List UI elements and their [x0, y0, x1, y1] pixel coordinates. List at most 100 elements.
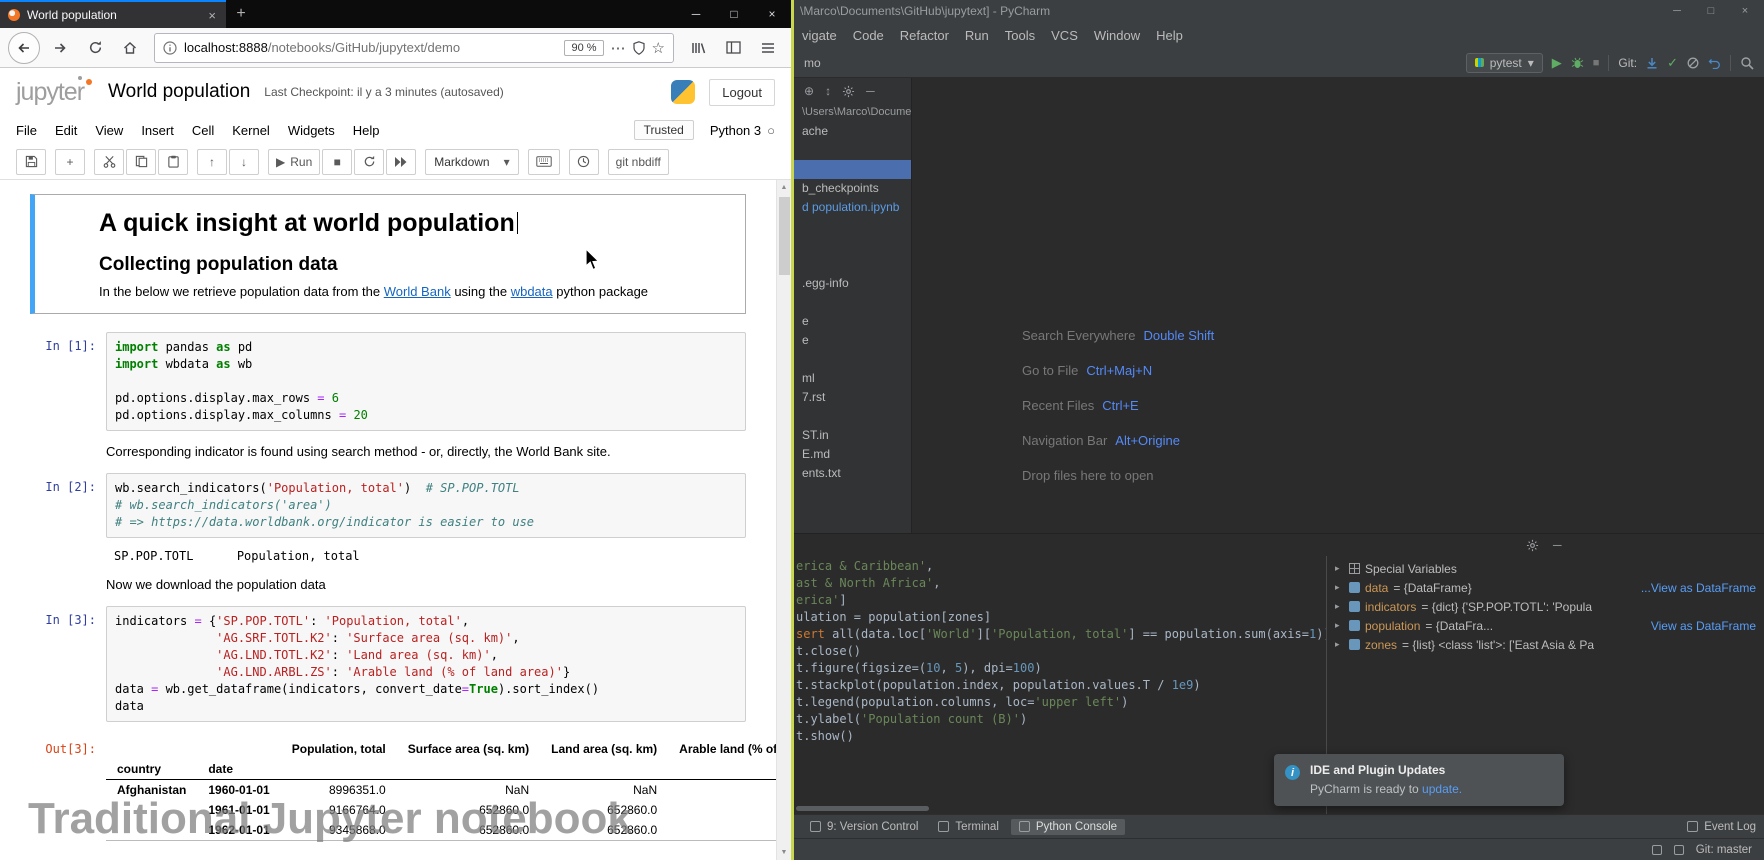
toolwindow-python-console[interactable]: Python Console [1011, 819, 1125, 835]
gear-icon[interactable] [1526, 539, 1539, 552]
project-item[interactable] [794, 255, 911, 274]
menu-item-widgets[interactable]: Widgets [288, 123, 335, 138]
jupyter-logo[interactable]: jupyter [16, 78, 94, 107]
update-project-button[interactable] [1646, 57, 1658, 69]
menu-item-vigate[interactable]: vigate [802, 28, 837, 43]
back-button[interactable] [8, 32, 40, 64]
commit-button[interactable]: ✓ [1667, 55, 1678, 71]
chevron-right-icon[interactable]: ▸ [1335, 601, 1344, 612]
project-item-ache[interactable]: ache [794, 122, 911, 141]
toolwindow-9-version-control[interactable]: 9: Version Control [802, 819, 926, 835]
scrollbar-thumb[interactable] [779, 197, 790, 275]
pycharm-close-button[interactable]: × [1728, 5, 1762, 17]
logout-button[interactable]: Logout [709, 79, 775, 106]
editor-area[interactable]: Search EverywhereDouble ShiftGo to FileC… [912, 78, 1764, 533]
cut-cell-button[interactable] [94, 149, 124, 175]
menu-item-view[interactable]: View [95, 123, 123, 138]
project-item[interactable] [794, 160, 911, 179]
special-variables-row[interactable]: ▸Special Variables [1327, 559, 1764, 578]
browser-tab[interactable]: World population × [0, 0, 226, 28]
project-item[interactable] [794, 141, 911, 160]
project-item-7-rst[interactable]: 7.rst [794, 388, 911, 407]
gear-icon[interactable] [842, 85, 855, 98]
zoom-indicator[interactable]: 90 % [564, 40, 603, 56]
code-editor[interactable]: wb.search_indicators('Population, total'… [106, 473, 746, 538]
interrupt-kernel-button[interactable]: ■ [322, 149, 352, 175]
variable-row-population[interactable]: ▸population = {DataFra...View as DataFra… [1327, 616, 1764, 635]
project-item-e-md[interactable]: E.md [794, 445, 911, 464]
restart-run-all-button[interactable] [386, 149, 416, 175]
menu-item-tools[interactable]: Tools [1005, 28, 1035, 43]
variable-row-indicators[interactable]: ▸indicators = {dict} {'SP.POP.TOTL': 'Po… [1327, 597, 1764, 616]
stop-button[interactable]: ■ [1593, 57, 1600, 69]
close-button[interactable]: × [753, 0, 791, 28]
maximize-button[interactable]: □ [715, 0, 753, 28]
view-as-dataframe-link[interactable]: ...View as DataFrame [1641, 581, 1756, 595]
project-item-ents-txt[interactable]: ents.txt [794, 464, 911, 483]
sidebar-toggle-button[interactable] [718, 34, 748, 62]
move-cell-down-button[interactable]: ↓ [229, 149, 259, 175]
url-bar[interactable]: localhost:8888/notebooks/GitHub/jupytext… [154, 33, 674, 63]
menu-item-insert[interactable]: Insert [141, 123, 174, 138]
scroll-up-icon[interactable]: ▲ [781, 184, 788, 191]
menu-item-run[interactable]: Run [965, 28, 989, 43]
console-horizontal-scrollbar[interactable] [796, 806, 929, 811]
revert-button[interactable] [1687, 57, 1699, 69]
library-button[interactable] [683, 34, 713, 62]
markdown-cell[interactable]: Now we download the population data [106, 577, 746, 592]
event-log-button[interactable]: Event Log [1704, 821, 1756, 833]
variable-row-data[interactable]: ▸data = {DataFrame}...View as DataFrame [1327, 578, 1764, 597]
reload-button[interactable] [80, 34, 110, 62]
project-item[interactable] [794, 293, 911, 312]
new-tab-button[interactable]: + [226, 0, 256, 28]
notebook-title[interactable]: World population [108, 81, 250, 103]
status-icon[interactable] [1674, 845, 1684, 855]
restart-kernel-button[interactable] [354, 149, 384, 175]
menu-button[interactable] [753, 34, 783, 62]
debug-button[interactable] [1571, 57, 1584, 69]
run-button[interactable]: ▶ [1552, 55, 1562, 71]
notebook-scrollbar[interactable]: ▲ ▼ [776, 180, 791, 860]
toolwindow-terminal[interactable]: Terminal [930, 819, 1006, 835]
bookmark-star-icon[interactable]: ☆ [652, 39, 665, 57]
code-editor[interactable]: import pandas as pdimport wbdata as wb p… [106, 332, 746, 431]
menu-item-kernel[interactable]: Kernel [232, 123, 270, 138]
project-item[interactable] [794, 350, 911, 369]
update-link[interactable]: update. [1422, 782, 1462, 796]
menu-item-code[interactable]: Code [853, 28, 884, 43]
rollback-button[interactable] [1708, 57, 1721, 69]
git-branch-widget[interactable]: Git: master [1696, 844, 1752, 856]
forward-button[interactable] [45, 34, 75, 62]
markdown-cell[interactable]: Corresponding indicator is found using s… [106, 444, 746, 459]
save-button[interactable] [16, 149, 46, 175]
project-item-egg-info[interactable]: .egg-info [794, 274, 911, 293]
code-editor[interactable]: indicators = {'SP.POP.TOTL': 'Population… [106, 606, 746, 722]
variable-row-zones[interactable]: ▸zones = {list} <class 'list'>: ['East A… [1327, 635, 1764, 654]
site-info-icon[interactable] [163, 41, 177, 55]
chevron-right-icon[interactable]: ▸ [1335, 639, 1344, 650]
settings-plus-icon[interactable]: ⊕ [804, 84, 814, 98]
status-icon[interactable] [1652, 845, 1662, 855]
chevron-right-icon[interactable]: ▸ [1335, 563, 1344, 574]
copy-cell-button[interactable] [126, 149, 156, 175]
menu-item-file[interactable]: File [16, 123, 37, 138]
url-text[interactable]: localhost:8888/notebooks/GitHub/jupytext… [184, 40, 557, 55]
cell-timing-button[interactable] [569, 149, 599, 175]
hide-panel-icon[interactable]: ─ [866, 84, 875, 98]
pycharm-minimize-button[interactable]: ─ [1660, 5, 1694, 17]
menu-item-help[interactable]: Help [1156, 28, 1183, 43]
python-console-output[interactable]: erica & Caribbean',ast & North Africa',e… [794, 556, 1326, 814]
link-wbdata[interactable]: wbdata [511, 284, 553, 299]
home-button[interactable] [115, 34, 145, 62]
paste-cell-button[interactable] [158, 149, 188, 175]
cell-type-dropdown[interactable]: Markdown ▾ [425, 149, 518, 175]
git-nbdiff-button[interactable]: git nbdiff [608, 149, 669, 175]
menu-item-vcs[interactable]: VCS [1051, 28, 1078, 43]
run-cell-button[interactable]: ▶Run [268, 149, 320, 175]
project-item-e[interactable]: e [794, 331, 911, 350]
command-palette-button[interactable] [528, 149, 560, 175]
hide-toolwindow-icon[interactable]: ─ [1553, 538, 1562, 552]
expand-collapse-icon[interactable]: ↕ [825, 84, 831, 98]
project-item-ml[interactable]: ml [794, 369, 911, 388]
search-everywhere-button[interactable] [1740, 56, 1754, 70]
